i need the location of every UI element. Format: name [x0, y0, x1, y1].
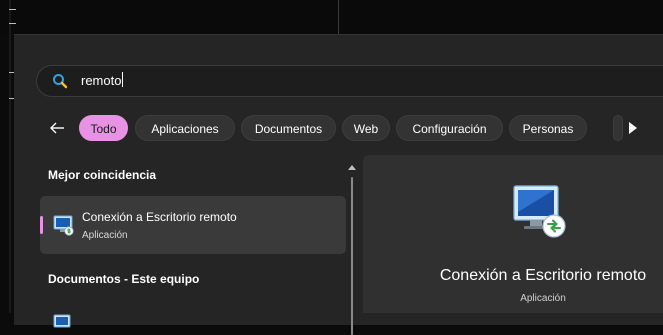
document-item[interactable] [40, 303, 346, 333]
best-match-subtitle: Aplicación [82, 230, 128, 241]
filter-chip-personas[interactable]: Personas [509, 115, 587, 141]
scroll-up-arrow[interactable] [348, 165, 356, 170]
ruler-mark [9, 23, 16, 24]
detail-pane: Conexión a Escritorio remoto Aplicación [363, 155, 663, 313]
search-query: remoto [81, 72, 124, 88]
text-caret [122, 72, 124, 87]
background-divider [338, 0, 339, 34]
scroll-thumb[interactable] [351, 177, 353, 335]
detail-title: Conexión a Escritorio remoto [439, 267, 647, 284]
scroll-right-icon[interactable] [628, 122, 638, 134]
back-arrow-icon[interactable] [48, 119, 66, 137]
background-window [0, 0, 663, 34]
remote-desktop-icon [53, 215, 74, 236]
filter-bar: Todo Aplicaciones Documentos Web Configu… [36, 112, 663, 144]
search-input[interactable]: remoto [36, 65, 663, 97]
filter-chip-more[interactable] [613, 115, 623, 141]
filter-chip-web[interactable]: Web [342, 115, 390, 141]
results-list: Mejor coincidencia Conexión a Escritorio… [36, 154, 358, 334]
filter-chip-todo[interactable]: Todo [79, 115, 128, 141]
best-match-item[interactable]: Conexión a Escritorio remoto Aplicación [40, 196, 346, 254]
documents-heading: Documentos - Este equipo [48, 272, 200, 286]
ruler-mark [9, 9, 16, 10]
results-scrollbar[interactable] [348, 165, 356, 335]
best-match-title: Conexión a Escritorio remoto [82, 210, 237, 224]
search-icon [53, 74, 68, 89]
remote-desktop-icon [513, 185, 566, 238]
filter-chip-aplicaciones[interactable]: Aplicaciones [135, 115, 235, 141]
document-icon [53, 314, 71, 328]
background-ruler [9, 0, 16, 313]
best-match-heading: Mejor coincidencia [48, 168, 157, 182]
filter-chip-configuracion[interactable]: Configuración [396, 115, 503, 141]
detail-subtitle: Aplicación [520, 293, 566, 304]
selection-accent [40, 216, 43, 234]
filter-chip-documentos[interactable]: Documentos [241, 115, 336, 141]
